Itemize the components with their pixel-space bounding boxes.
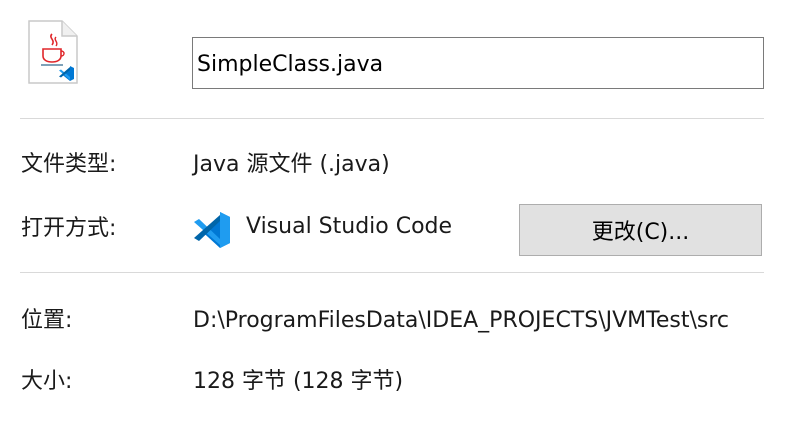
size-label: 大小: bbox=[21, 369, 73, 394]
file-type-label: 文件类型: bbox=[21, 152, 117, 177]
divider bbox=[20, 272, 764, 273]
divider bbox=[20, 118, 764, 119]
location-label: 位置: bbox=[21, 308, 73, 333]
opens-with-label: 打开方式: bbox=[21, 216, 117, 241]
opens-with-app-name: Visual Studio Code bbox=[246, 214, 453, 239]
location-value: D:\ProgramFilesData\IDEA_PROJECTS\JVMTes… bbox=[193, 308, 729, 333]
file-name-field[interactable] bbox=[192, 37, 764, 89]
vscode-icon bbox=[192, 210, 232, 250]
change-button[interactable]: 更改(C)... bbox=[519, 204, 762, 256]
size-value: 128 字节 (128 字节) bbox=[193, 369, 404, 394]
java-file-icon bbox=[28, 20, 78, 84]
file-type-value: Java 源文件 (.java) bbox=[193, 152, 390, 177]
